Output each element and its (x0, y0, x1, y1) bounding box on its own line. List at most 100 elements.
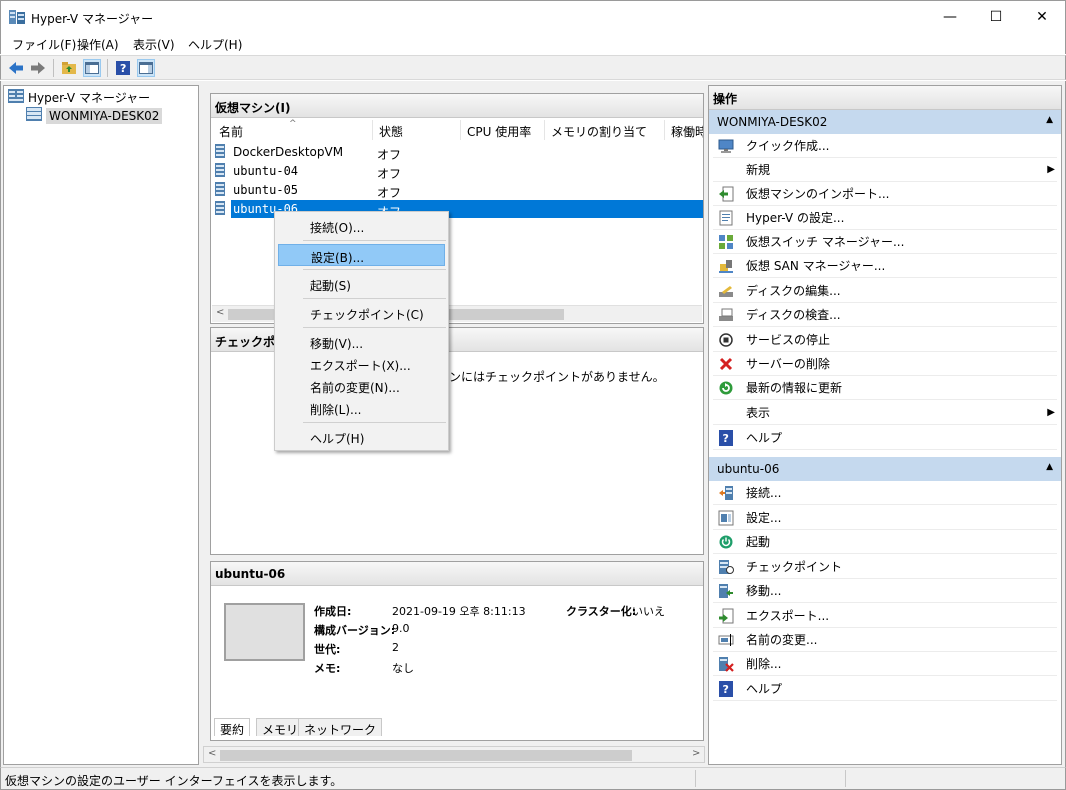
show-hide-action-pane-icon[interactable] (137, 59, 155, 77)
maximize-button[interactable]: ☐ (973, 1, 1019, 33)
scroll-right-icon[interactable]: > (692, 748, 700, 759)
vm-icon (215, 162, 233, 180)
inspect-disk-icon (717, 306, 735, 324)
minimize-button[interactable]: — (927, 1, 973, 33)
scrollbar-thumb[interactable] (220, 750, 632, 761)
up-folder-icon[interactable] (60, 59, 78, 77)
action-label: 移動... (746, 584, 782, 598)
column-header-uptime[interactable]: 稼働時 (665, 120, 703, 140)
action-export[interactable]: エクスポート... (713, 604, 1057, 628)
action-import-vm[interactable]: 仮想マシンのインポート... (713, 182, 1057, 206)
context-menu-export[interactable]: エクスポート(X)... (278, 353, 445, 375)
action-inspect-disk[interactable]: ディスクの検査... (713, 303, 1057, 327)
action-label: ディスクの検査... (746, 308, 841, 322)
column-header-memory[interactable]: メモリの割り当て (545, 120, 665, 140)
action-start[interactable]: 起動 (713, 530, 1057, 554)
action-virtual-switch-manager[interactable]: 仮想スイッチ マネージャー... (713, 230, 1057, 254)
tree-item-root[interactable]: Hyper-V マネージャー (8, 89, 150, 106)
connect-icon (717, 484, 735, 502)
action-label: 最新の情報に更新 (746, 381, 843, 395)
tree-root-label: Hyper-V マネージャー (28, 91, 151, 105)
action-quick-create[interactable]: クイック作成... (713, 134, 1057, 158)
action-label: 仮想マシンのインポート... (746, 187, 890, 201)
scroll-left-icon[interactable]: < (208, 748, 216, 759)
menu-file[interactable]: ファイル(F) (12, 36, 76, 53)
menu-action[interactable]: 操作(A) (77, 36, 119, 53)
action-move[interactable]: 移動... (713, 579, 1057, 603)
context-menu-move[interactable]: 移動(V)... (278, 331, 445, 353)
tab-memory[interactable]: メモリ (256, 718, 305, 737)
action-virtual-san-manager[interactable]: 仮想 SAN マネージャー... (713, 254, 1057, 278)
action-hyperv-settings[interactable]: Hyper-V の設定... (713, 206, 1057, 230)
menu-separator (303, 422, 446, 423)
hyperv-app-icon (9, 10, 25, 24)
settings-icon (717, 209, 735, 227)
action-new[interactable]: 新規 ▶ (713, 158, 1057, 182)
tree-item-server[interactable]: WONMIYA-DESK02 (26, 107, 163, 124)
action-label: ディスクの編集... (746, 284, 841, 298)
action-label: 起動 (746, 535, 771, 549)
vm-row[interactable]: ubuntu-04 (215, 162, 370, 180)
vm-row[interactable]: ubuntu-05 (215, 181, 370, 199)
context-menu-rename[interactable]: 名前の変更(N)... (278, 375, 445, 397)
action-stop-service[interactable]: サービスの停止 (713, 328, 1057, 352)
scroll-left-icon[interactable]: < (216, 307, 224, 318)
action-label: エクスポート... (746, 609, 830, 623)
actions-pane-title: 操作 (709, 86, 1061, 110)
show-hide-console-tree-icon[interactable] (83, 59, 101, 77)
forward-icon[interactable] (29, 59, 47, 77)
collapse-icon[interactable]: ▲ (1046, 115, 1053, 125)
config-version-label: 構成バージョン: (314, 624, 396, 637)
center-hscrollbar[interactable]: < > (203, 746, 705, 763)
edit-disk-icon (717, 282, 735, 300)
action-delete[interactable]: 削除... (713, 652, 1057, 676)
column-header-cpu[interactable]: CPU 使用率 (461, 120, 545, 140)
context-menu-checkpoint[interactable]: チェックポイント(C) (278, 302, 445, 324)
title-bar: Hyper-V マネージャー — ☐ ✕ (0, 0, 1066, 32)
checkpoint-icon (717, 558, 735, 576)
column-header-name[interactable]: 名前 (213, 120, 373, 140)
context-menu-connect[interactable]: 接続(O)... (278, 215, 445, 237)
help-icon[interactable]: ? (114, 59, 132, 77)
menu-help[interactable]: ヘルプ(H) (188, 36, 242, 53)
context-menu-help[interactable]: ヘルプ(H) (278, 426, 445, 448)
action-view[interactable]: 表示 ▶ (713, 401, 1057, 425)
action-label: チェックポイント (746, 560, 843, 574)
toolbar-separator (53, 59, 54, 77)
column-header-state[interactable]: 状態 (373, 120, 461, 140)
vm-state: オフ (377, 186, 402, 200)
action-connect[interactable]: 接続... (713, 481, 1057, 505)
action-checkpoint[interactable]: チェックポイント (713, 555, 1057, 579)
action-remove-server[interactable]: サーバーの削除 (713, 352, 1057, 376)
no-checkpoint-message: ンにはチェックポイントがありません。 (449, 370, 665, 384)
menu-separator (303, 298, 446, 299)
console-tree: Hyper-V マネージャー WONMIYA-DESK02 (3, 85, 199, 765)
context-menu: 接続(O)... 設定(B)... 起動(S) チェックポイント(C) 移動(V… (274, 211, 449, 451)
action-edit-disk[interactable]: ディスクの編集... (713, 279, 1057, 303)
action-rename[interactable]: 名前の変更... (713, 628, 1057, 652)
close-button[interactable]: ✕ (1019, 1, 1065, 33)
vm-name: DockerDesktopVM (233, 145, 344, 159)
vm-row[interactable]: DockerDesktopVM (215, 143, 370, 161)
menu-view[interactable]: 表示(V) (133, 36, 175, 53)
status-bar: 仮想マシンの設定のユーザー インターフェイスを表示します。 (0, 767, 1066, 790)
svg-text:?: ? (120, 62, 126, 75)
context-menu-delete[interactable]: 削除(L)... (278, 397, 445, 419)
svg-text:?: ? (723, 683, 729, 696)
tab-summary[interactable]: 要約 (214, 718, 251, 737)
cluster-value: いいえ (632, 605, 665, 618)
action-settings[interactable]: 設定... (713, 506, 1057, 530)
vm-thumbnail (224, 603, 305, 661)
actions-server-header[interactable]: WONMIYA-DESK02 ▲ (709, 110, 1061, 134)
context-menu-start[interactable]: 起動(S) (278, 273, 445, 295)
collapse-icon[interactable]: ▲ (1046, 462, 1053, 472)
action-refresh[interactable]: 最新の情報に更新 (713, 376, 1057, 400)
actions-vm-header[interactable]: ubuntu-06 ▲ (709, 457, 1061, 481)
action-help-vm[interactable]: ? ヘルプ (713, 677, 1057, 701)
tab-network[interactable]: ネットワーク (298, 718, 383, 737)
rename-icon (717, 631, 735, 649)
virtual-switch-icon (717, 233, 735, 251)
context-menu-settings[interactable]: 設定(B)... (278, 244, 445, 266)
action-help-server[interactable]: ? ヘルプ (713, 426, 1057, 450)
back-icon[interactable] (7, 59, 25, 77)
